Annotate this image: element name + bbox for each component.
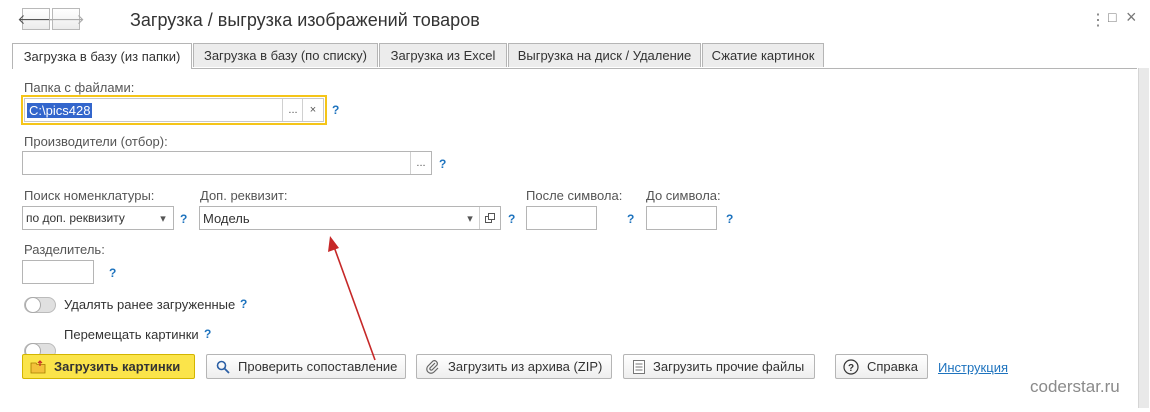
annotation-arrow bbox=[328, 236, 376, 361]
